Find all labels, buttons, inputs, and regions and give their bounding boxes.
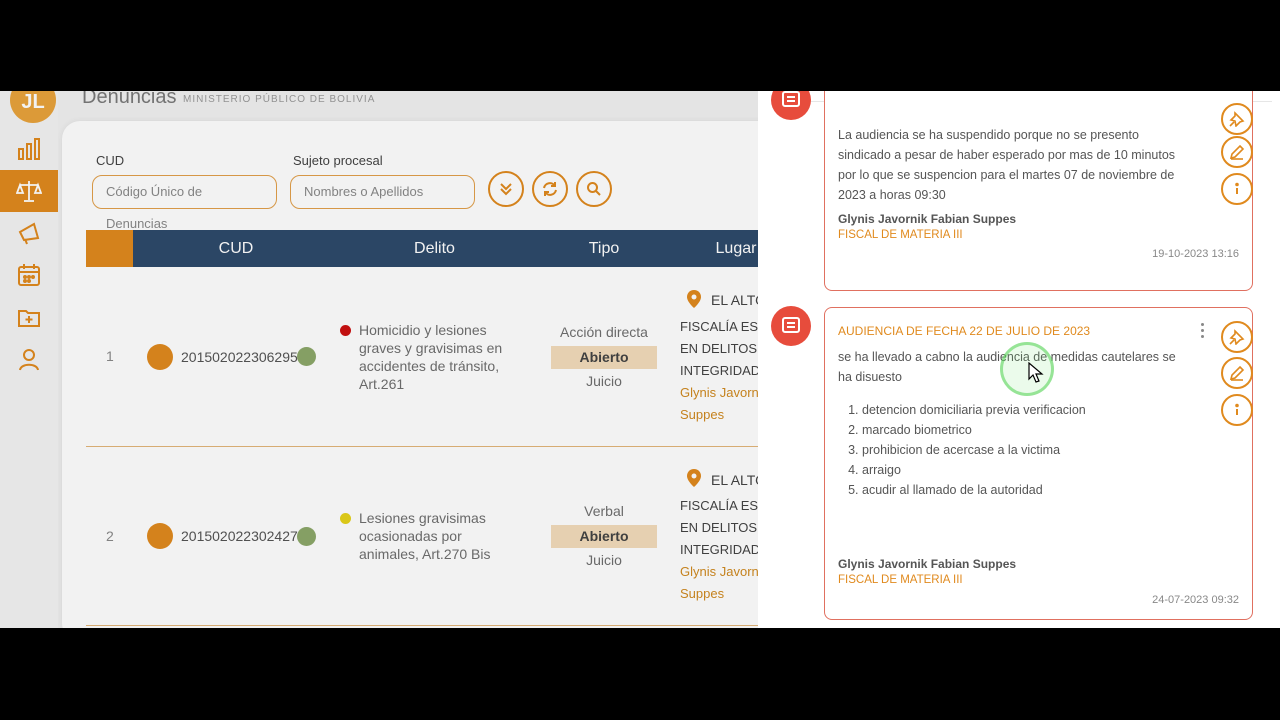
note-list-item: acudir al llamado de la autoridad [862, 480, 1086, 500]
note-role: FISCAL DE MATERIA III [838, 229, 963, 241]
note-list-item: marcado biometrico [862, 420, 1086, 440]
note-icon [782, 317, 800, 333]
note-list-item: prohibicion de acercase a la victima [862, 440, 1086, 460]
app-viewport: JL Denuncias MINISTERIO PÚBLICO DE BOLIV… [0, 91, 1280, 628]
modal-backdrop[interactable] [0, 91, 758, 628]
note-icon [782, 91, 800, 107]
edit-icon [1229, 144, 1245, 160]
note-card: La audiencia se ha suspendido porque no … [824, 91, 1253, 291]
note-text: La audiencia se ha suspendido porque no … [838, 128, 1176, 202]
note-menu-button[interactable] [1199, 323, 1205, 341]
pin-icon [1229, 111, 1245, 127]
edit-note-button[interactable] [1221, 136, 1253, 168]
note-date: 24-07-2023 09:32 [1152, 594, 1239, 606]
note-role: FISCAL DE MATERIA III [838, 574, 963, 586]
info-note-button[interactable] [1221, 394, 1253, 426]
info-icon [1235, 403, 1239, 415]
edit-note-button[interactable] [1221, 357, 1253, 389]
note-avatar [771, 91, 811, 120]
note-title: AUDIENCIA DE FECHA 22 DE JULIO DE 2023 [838, 324, 1091, 338]
info-note-button[interactable] [1221, 173, 1253, 205]
click-highlight [1000, 342, 1054, 396]
note-list-item: arraigo [862, 460, 1086, 480]
pin-note-button[interactable] [1221, 103, 1253, 135]
note-date: 19-10-2023 13:16 [1152, 248, 1239, 260]
note-avatar [771, 306, 811, 346]
note-list-item: detencion domiciliaria previa verificaci… [862, 400, 1086, 420]
edit-icon [1229, 365, 1245, 381]
note-list: detencion domiciliaria previa verificaci… [846, 400, 1086, 500]
pin-note-button[interactable] [1221, 321, 1253, 353]
info-icon [1235, 182, 1239, 194]
mouse-cursor-icon [1028, 362, 1044, 383]
note-author: Glynis Javornik Fabian Suppes [838, 212, 1017, 226]
note-author: Glynis Javornik Fabian Suppes [838, 557, 1017, 571]
pin-icon [1229, 329, 1245, 345]
